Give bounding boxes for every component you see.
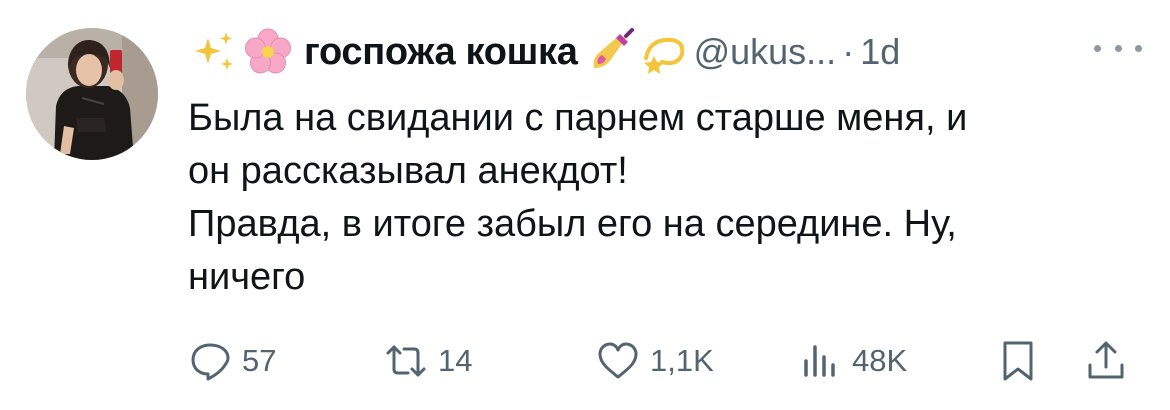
like-button[interactable]: 1,1K [596, 334, 714, 388]
retweet-count: 14 [438, 343, 473, 378]
reply-icon [191, 343, 230, 381]
tweet-header: госпожа кошка @ukus... · 1d [190, 20, 900, 84]
heart-icon [598, 342, 638, 379]
bookmark-icon [1003, 341, 1033, 381]
author-name[interactable]: госпожа кошка [304, 31, 578, 74]
views-icon [804, 345, 835, 377]
share-icon [1088, 341, 1124, 379]
tweet-text-line: он рассказывал анекдот! [188, 150, 628, 192]
avatar[interactable] [26, 28, 158, 160]
sparkles-emoji [190, 28, 238, 76]
tweet-text-line: Была на свидании с парнем старше меня, и [188, 97, 968, 139]
tweet-text-line: ничего [188, 256, 306, 298]
views-count: 48K [852, 343, 908, 378]
nail-polish-emoji [586, 28, 634, 76]
action-bar: 57 14 1,1K 48K [188, 334, 1138, 388]
tweet-text: Была на свидании с парнем старше меня, и… [188, 92, 1148, 304]
share-button[interactable] [1084, 334, 1128, 388]
timestamp[interactable]: 1d [860, 31, 900, 73]
cherry-blossom-emoji [244, 28, 292, 76]
retweet-icon [386, 345, 426, 377]
author-handle[interactable]: @ukus... [694, 31, 837, 73]
like-count: 1,1K [650, 343, 714, 378]
views-button[interactable]: 48K [798, 334, 907, 388]
reply-button[interactable]: 57 [188, 334, 276, 388]
bookmark-button[interactable] [996, 334, 1040, 388]
separator-dot: · [842, 31, 855, 72]
tweet-text-line: Правда, в итоге забыл его на середине. Н… [188, 203, 957, 245]
reply-count: 57 [242, 343, 277, 378]
dizzy-emoji [640, 28, 688, 76]
retweet-button[interactable]: 14 [384, 334, 472, 388]
more-options-icon[interactable] [1094, 34, 1142, 62]
avatar-photo [26, 28, 158, 160]
